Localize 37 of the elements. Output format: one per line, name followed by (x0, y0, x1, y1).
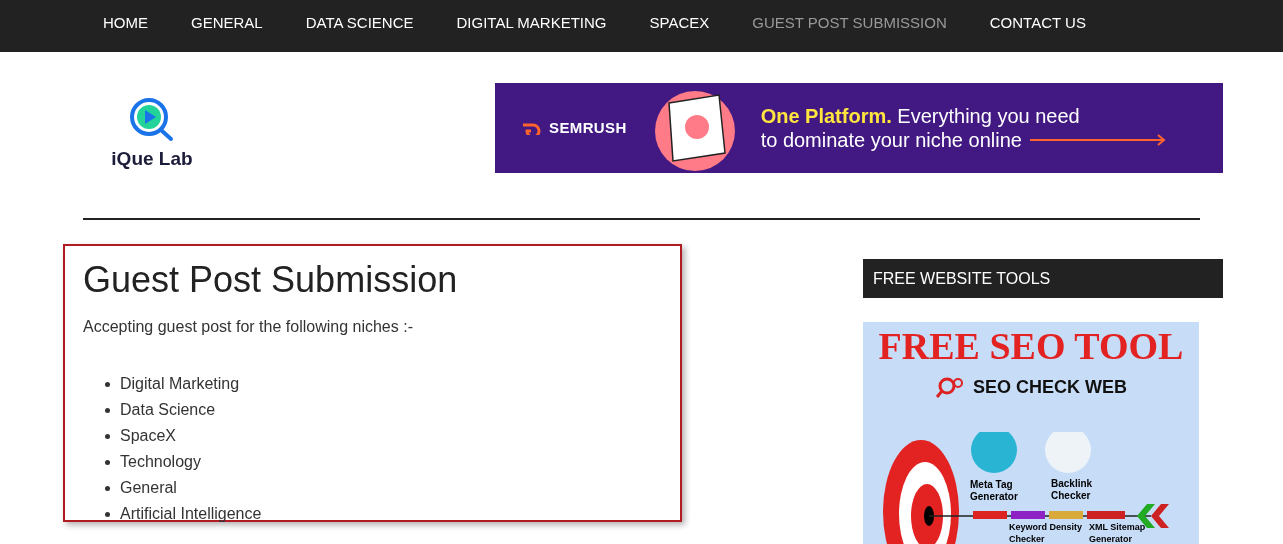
tool-label: Backlink Checker (1051, 478, 1094, 502)
promo-headline: FREE SEO TOOL (877, 324, 1185, 368)
niche-item: Technology (120, 452, 201, 472)
bullet-icon (105, 459, 110, 465)
nav-link[interactable]: GENERAL (191, 12, 263, 35)
bullet-icon (105, 511, 110, 517)
gear-magnifier-icon (935, 375, 965, 400)
nav-link[interactable]: CONTACT US (989, 12, 1086, 35)
ad-banner[interactable]: SEMRUSH One Platform. Everything you need to dominate your niche online (495, 83, 1223, 173)
bullet-icon (105, 407, 110, 413)
bullet-icon (105, 381, 110, 387)
seo-tool-promo[interactable]: FREE SEO TOOL SEO CHECK WEB Meta Tag Generator Backlink Checker Keyword Density Checker XML Sitemap Generator (863, 322, 1199, 544)
niche-item: General (120, 478, 177, 498)
nav-link[interactable]: GUEST POST SUBMISSION (752, 12, 947, 35)
widget-title: FREE WEBSITE TOOLS (873, 268, 1051, 289)
nav-link[interactable]: SPACEX (649, 12, 710, 35)
brand-name: SEMRUSH (549, 117, 627, 138)
intro-text: Accepting guest post for the following niches :- (83, 317, 414, 337)
niche-item: Digital Marketing (120, 374, 240, 394)
nav-link[interactable]: HOME (103, 12, 148, 35)
niche-item: SpaceX (120, 426, 177, 446)
tool-label: Meta Tag Generator (970, 479, 1019, 503)
nav-link[interactable]: DIGITAL MARKETING (456, 12, 607, 35)
niche-item: Data Science (120, 400, 216, 420)
banner-headline: One Platform. Everything you need (760, 104, 1081, 128)
page-title: Guest Post Submission (83, 258, 459, 302)
tool-label: XML Sitemap Generator (1089, 521, 1147, 544)
logo-text: iQue Lab (111, 147, 193, 171)
bullet-icon (105, 485, 110, 491)
magnifier-play-logo-icon (129, 97, 175, 143)
bullet-icon (105, 433, 110, 439)
arrow-right-icon (1029, 134, 1166, 146)
niche-item: Artificial Intelligence (120, 504, 262, 524)
banner-subline: to dominate your niche online (760, 128, 1022, 152)
tool-label: Keyword Density Checker (1009, 521, 1084, 544)
nav-link[interactable]: DATA SCIENCE (305, 12, 414, 35)
promo-brand: SEO CHECK WEB (973, 376, 1127, 399)
